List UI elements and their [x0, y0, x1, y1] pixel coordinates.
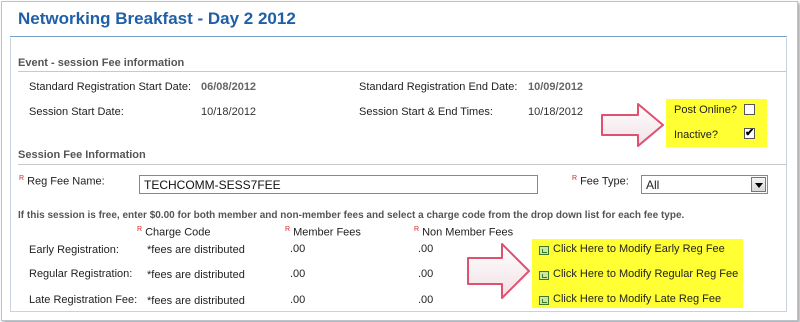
fee-section-divider [18, 164, 786, 165]
session-start-label: Session Start Date: [29, 106, 124, 118]
fee-row-label: Regular Registration: [29, 268, 133, 280]
page-title: Networking Breakfast - Day 2 2012 [18, 9, 296, 28]
required-marker: R [19, 175, 25, 182]
callout-arrow-upper [601, 103, 664, 147]
edit-fee-icon[interactable] [539, 296, 549, 305]
post-online-label: Post Online? [674, 104, 737, 116]
fee-type-selected-value: All [646, 178, 660, 192]
fee-row-member: .00 [290, 294, 306, 306]
fee-row-label: Early Registration: [29, 244, 119, 256]
fee-info-panel: Networking Breakfast - Day 2 2012 Event … [1, 1, 798, 321]
modify-late-reg-fee-link[interactable]: Click Here to Modify Late Reg Fee [553, 293, 721, 305]
fee-row-non-member: .00 [418, 243, 434, 255]
std-reg-start-label: Standard Registration Start Date: [29, 81, 192, 93]
fee-row-non-member: .00 [418, 268, 434, 280]
inactive-checkbox[interactable]: ✔ [744, 127, 755, 139]
event-section-divider [18, 71, 786, 72]
required-marker: R [572, 175, 578, 182]
std-reg-start-value: 06/08/2012 [201, 81, 257, 93]
session-times-value: 10/18/2012 [528, 106, 584, 118]
std-reg-end-label: Standard Registration End Date: [359, 81, 518, 93]
fee-row-label: Late Registration Fee: [29, 294, 138, 306]
session-times-label: Session Start & End Times: [359, 106, 493, 118]
modify-regular-reg-fee-link[interactable]: Click Here to Modify Regular Reg Fee [553, 268, 738, 280]
inactive-label: Inactive? [674, 129, 719, 141]
callout-arrow-lower [467, 243, 530, 299]
reg-fee-name-input[interactable] [139, 175, 538, 194]
edit-fee-icon[interactable] [539, 246, 549, 255]
fee-row-non-member: .00 [418, 294, 434, 306]
fee-type-select[interactable]: All [641, 175, 768, 194]
charge-code-header: R Charge Code [137, 226, 211, 239]
post-online-checkbox[interactable] [744, 104, 755, 115]
title-divider [10, 36, 787, 37]
non-member-fees-header: R Non Member Fees [414, 226, 514, 239]
member-fees-header: R Member Fees [285, 226, 361, 239]
check-mark-icon: ✔ [745, 127, 755, 139]
session-start-value: 10/18/2012 [201, 106, 257, 118]
fee-type-label: R Fee Type: [572, 175, 629, 188]
fee-row-member: .00 [290, 268, 306, 280]
fee-section-heading: Session Fee Information [18, 149, 146, 161]
reg-fee-name-label: R Reg Fee Name: [19, 175, 105, 188]
std-reg-end-value: 10/09/2012 [528, 81, 584, 93]
fee-row-member: .00 [290, 243, 306, 255]
edit-fee-icon[interactable] [539, 271, 549, 280]
fee-row-charge-code: *fees are distributed [147, 295, 245, 307]
fee-row-charge-code: *fees are distributed [147, 244, 245, 256]
chevron-down-icon[interactable] [751, 177, 766, 192]
free-session-note: If this session is free, enter $0.00 for… [18, 210, 685, 221]
event-section-heading: Event - session Fee information [18, 57, 185, 69]
fee-row-charge-code: *fees are distributed [147, 269, 245, 281]
modify-early-reg-fee-link[interactable]: Click Here to Modify Early Reg Fee [553, 243, 725, 255]
